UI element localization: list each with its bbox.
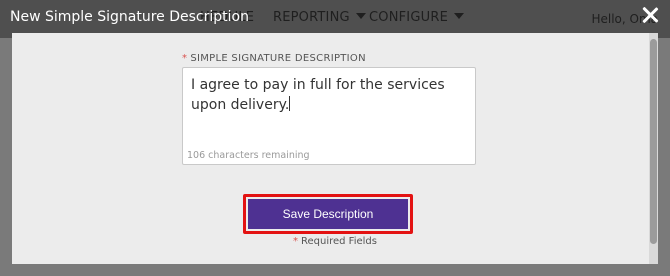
modal-scrollbar[interactable]: [649, 33, 658, 264]
chevron-down-icon: [355, 13, 366, 19]
textarea-value-text: I agree to pay in full for the services …: [191, 77, 445, 113]
required-note-text: Required Fields: [301, 236, 377, 247]
field-label: * SIMPLE SIGNATURE DESCRIPTION: [182, 53, 366, 64]
text-cursor: [289, 96, 291, 111]
textarea-value: I agree to pay in full for the services …: [191, 75, 461, 115]
modal-body: * SIMPLE SIGNATURE DESCRIPTION I agree to…: [12, 33, 658, 264]
close-icon[interactable]: [640, 5, 660, 25]
required-asterisk: *: [182, 53, 188, 64]
scrollbar-thumb[interactable]: [650, 39, 657, 244]
characters-remaining: 106 characters remaining: [187, 150, 310, 161]
required-fields-note: * Required Fields: [293, 236, 377, 247]
nav-item-configure: CONFIGURE: [369, 10, 464, 25]
required-note-asterisk: *: [293, 236, 298, 247]
field-label-text: SIMPLE SIGNATURE DESCRIPTION: [190, 53, 366, 64]
chevron-down-icon: [453, 13, 464, 19]
nav-item-reporting-label: REPORTING: [273, 10, 350, 25]
signature-description-textarea[interactable]: I agree to pay in full for the services …: [182, 67, 476, 165]
nav-item-configure-label: CONFIGURE: [369, 10, 448, 25]
save-description-button[interactable]: Save Description: [248, 199, 408, 229]
nav-item-reporting: REPORTING: [273, 10, 366, 25]
modal-title: New Simple Signature Description: [10, 9, 249, 25]
